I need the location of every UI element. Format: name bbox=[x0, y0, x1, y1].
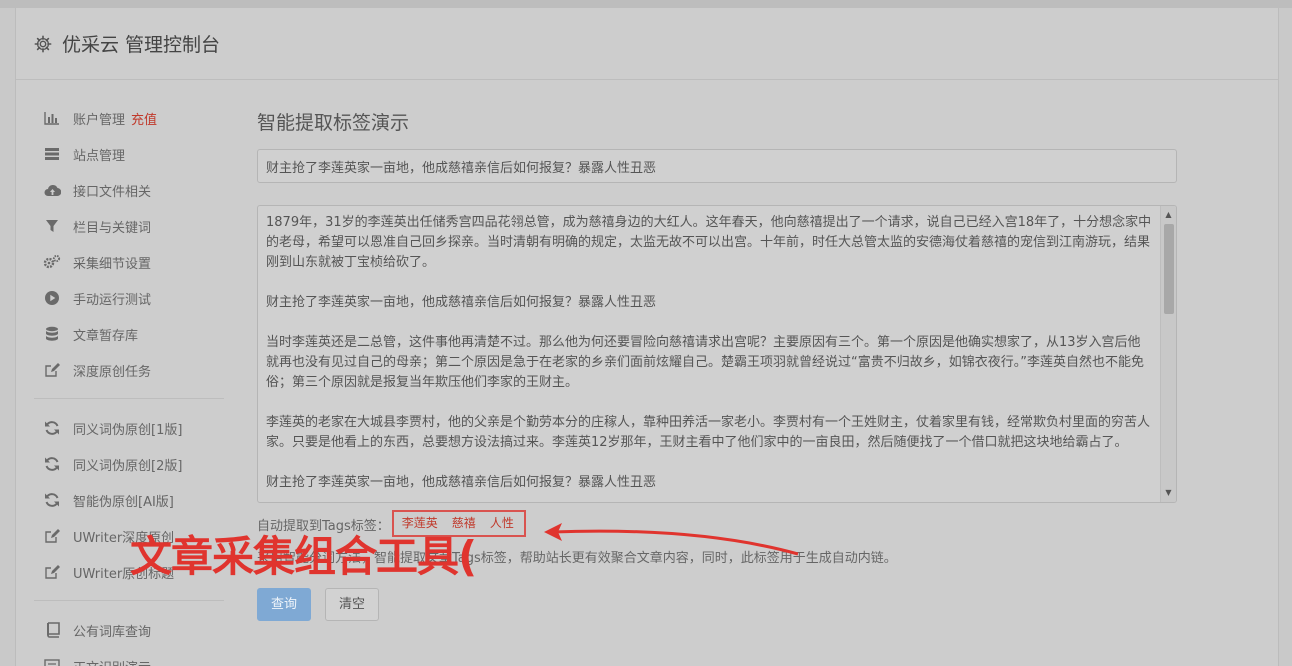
sidebar-item[interactable]: 栏目与关键词 bbox=[34, 208, 224, 244]
recharge-link[interactable]: 充值 bbox=[131, 109, 157, 128]
title-input[interactable] bbox=[257, 149, 1177, 183]
scrollbar[interactable]: ▲ ▼ bbox=[1160, 206, 1176, 502]
edit-icon bbox=[43, 361, 61, 379]
tag: 人性 bbox=[489, 515, 514, 530]
sidebar-item-label: 深度原创任务 bbox=[73, 364, 152, 380]
article-paragraph: 1879年，31岁的李莲英出任储秀宫四品花翎总管，成为慈禧身边的大红人。这年春天… bbox=[266, 215, 1152, 270]
server-icon bbox=[43, 145, 61, 163]
database-icon bbox=[43, 325, 61, 343]
sidebar-item[interactable]: 同义词伪原创[2版] bbox=[34, 446, 224, 482]
overlay-annotation-text: 文章采集组合工具( bbox=[130, 532, 477, 581]
sidebar-item-label: 接口文件相关 bbox=[73, 184, 152, 200]
sidebar-item[interactable]: 公有词库查询 bbox=[34, 612, 224, 648]
sidebar-divider bbox=[34, 398, 224, 399]
edit-icon bbox=[43, 563, 61, 581]
article-paragraph: 当时李莲英还是二总管，这件事他再清楚不过。那么他为何还要冒险向慈禧请求出宫呢？主… bbox=[266, 335, 1144, 390]
cloud-upload-icon bbox=[43, 181, 61, 199]
top-strip bbox=[0, 0, 1292, 8]
sidebar-item-label: 栏目与关键词 bbox=[73, 220, 152, 236]
bar-chart-icon bbox=[43, 109, 61, 127]
sidebar-item[interactable]: 站点管理 bbox=[34, 136, 224, 172]
refresh-icon bbox=[43, 491, 61, 509]
scroll-up-arrow-icon[interactable]: ▲ bbox=[1161, 208, 1176, 222]
sidebar-divider bbox=[34, 600, 224, 601]
article-textarea[interactable]: 1879年，31岁的李莲英出任储秀宫四品花翎总管，成为慈禧身边的大红人。这年春天… bbox=[257, 205, 1177, 503]
sidebar-item[interactable]: 文章暂存库 bbox=[34, 316, 224, 352]
sidebar-item-label: 站点管理 bbox=[73, 148, 126, 164]
scroll-thumb[interactable] bbox=[1164, 224, 1174, 314]
sidebar-item[interactable]: 账户管理 充值 bbox=[34, 100, 224, 136]
sidebar-item-label: 同义词伪原创[2版] bbox=[73, 458, 183, 474]
article-paragraph: 财主抢了李莲英家一亩地，他成慈禧亲信后如何报复？暴露人性丑恶 bbox=[266, 475, 657, 490]
play-circle-icon bbox=[43, 289, 61, 307]
sidebar-item-label: 采集细节设置 bbox=[73, 256, 152, 272]
sidebar-item[interactable]: 智能伪原创[AI版] bbox=[34, 482, 224, 518]
annotation-arrow-icon bbox=[544, 523, 799, 556]
gear-icon bbox=[34, 35, 52, 52]
scroll-down-arrow-icon[interactable]: ▼ bbox=[1161, 486, 1176, 500]
sidebar-item-label: 智能伪原创[AI版] bbox=[73, 494, 174, 510]
sidebar-item[interactable]: 正文识别演示 bbox=[34, 648, 224, 666]
query-button[interactable]: 查询 bbox=[257, 588, 312, 621]
book-icon bbox=[43, 621, 61, 639]
filter-icon bbox=[43, 217, 61, 235]
refresh-icon bbox=[43, 455, 61, 473]
sidebar-item-label: 公有词库查询 bbox=[73, 624, 152, 640]
sidebar-item[interactable]: 手动运行测试 bbox=[34, 280, 224, 316]
refresh-icon bbox=[43, 419, 61, 437]
button-row: 查询 清空 bbox=[257, 588, 1177, 621]
article-paragraph: 财主抢了李莲英家一亩地，他成慈禧亲信后如何报复？暴露人性丑恶 bbox=[266, 295, 657, 310]
article-text[interactable]: 1879年，31岁的李莲英出任储秀宫四品花翎总管，成为慈禧身边的大红人。这年春天… bbox=[258, 206, 1160, 502]
app-title: 优采云 管理控制台 bbox=[62, 34, 221, 56]
sidebar-item-label: 同义词伪原创[1版] bbox=[73, 422, 183, 438]
sidebar-item[interactable]: 同义词伪原创[1版] bbox=[34, 410, 224, 446]
sidebar-item-label: 文章暂存库 bbox=[73, 328, 139, 344]
gears-icon bbox=[43, 253, 61, 271]
sidebar-item[interactable]: 采集细节设置 bbox=[34, 244, 224, 280]
sidebar-item-label: 手动运行测试 bbox=[73, 292, 152, 308]
sidebar-item-label: 正文识别演示 bbox=[73, 657, 151, 666]
clear-button[interactable]: 清空 bbox=[325, 588, 380, 621]
page-title: 智能提取标签演示 bbox=[257, 112, 410, 134]
document-icon bbox=[43, 657, 61, 666]
sidebar-item-label: 账户管理 bbox=[73, 112, 126, 128]
sidebar-item[interactable]: 深度原创任务 bbox=[34, 352, 224, 388]
header: 优采云 管理控制台 bbox=[16, 8, 1278, 80]
sidebar-item[interactable]: 接口文件相关 bbox=[34, 172, 224, 208]
edit-icon bbox=[43, 527, 61, 545]
article-paragraph: 李莲英的老家在大城县李贾村，他的父亲是个勤劳本分的庄稼人，靠种田养活一家老小。李… bbox=[266, 415, 1151, 450]
